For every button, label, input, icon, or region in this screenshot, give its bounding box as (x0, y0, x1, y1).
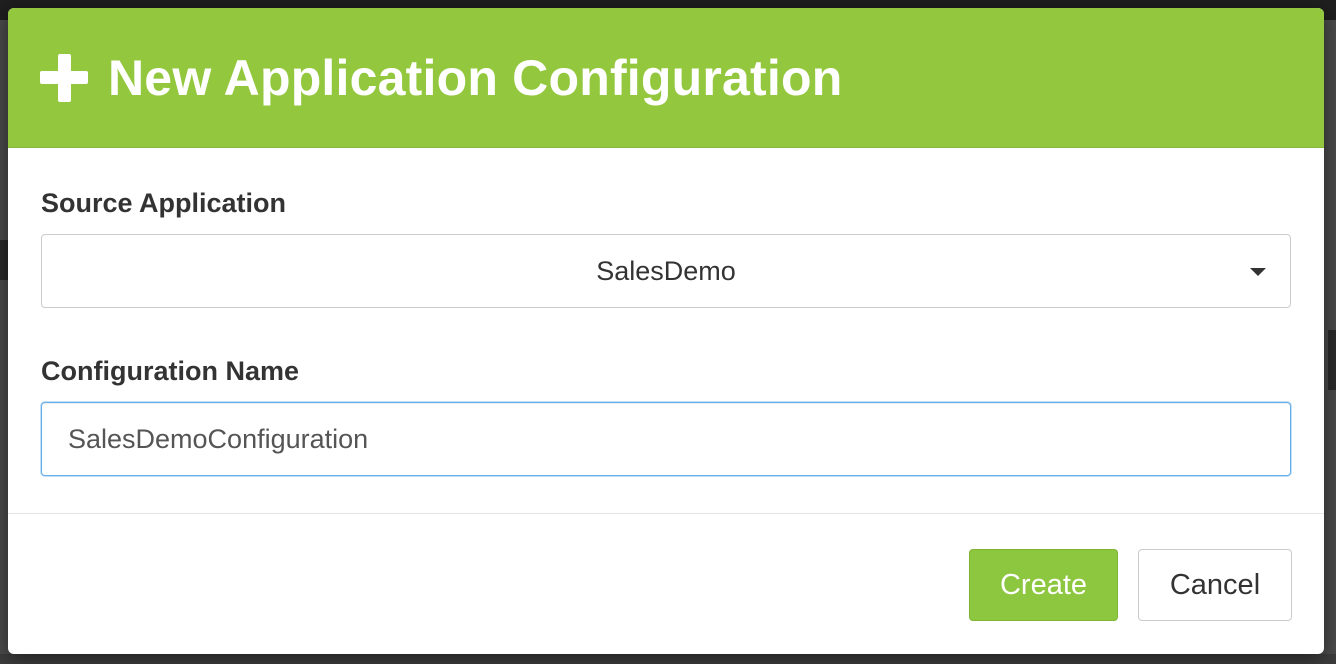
new-configuration-dialog: New Application Configuration Source App… (8, 8, 1324, 654)
plus-icon (40, 53, 88, 102)
background-content-edge (1328, 330, 1336, 390)
background-footer (0, 654, 1336, 664)
caret-down-icon[interactable] (1250, 268, 1266, 276)
background-content-edge (0, 240, 8, 280)
configuration-name-input[interactable] (41, 402, 1291, 476)
dialog-footer: Create Cancel (8, 514, 1324, 654)
create-button[interactable]: Create (969, 549, 1118, 621)
cancel-button[interactable]: Cancel (1138, 549, 1292, 621)
configuration-name-label: Configuration Name (41, 356, 300, 386)
source-application-select[interactable]: SalesDemo (41, 234, 1291, 308)
dialog-body: Source Application SalesDemo Configurati… (8, 148, 1324, 514)
source-application-selected-value: SalesDemo (596, 255, 736, 286)
dialog-header: New Application Configuration (8, 8, 1324, 148)
source-application-label: Source Application (41, 188, 287, 218)
dialog-title: New Application Configuration (108, 49, 843, 106)
